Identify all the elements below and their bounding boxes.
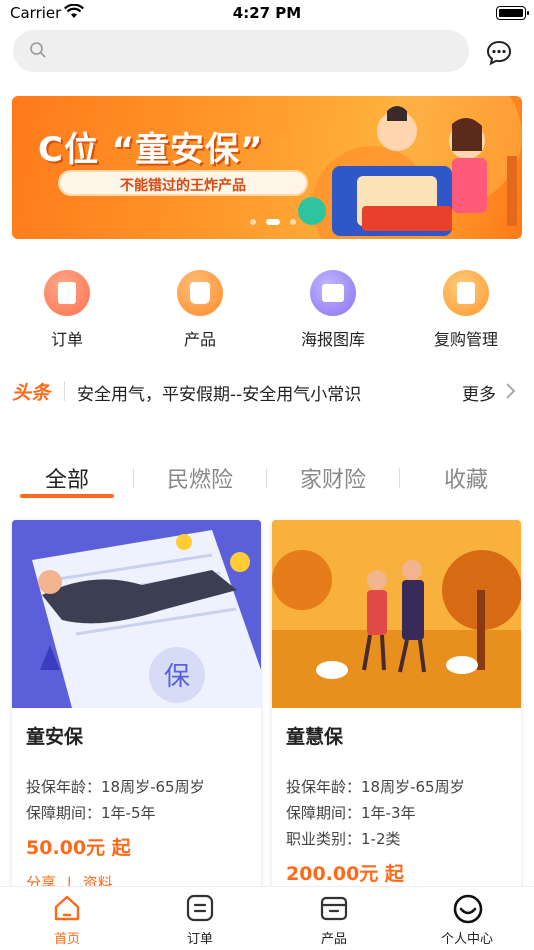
headline-text[interactable]: 安全用气，平安假期--安全用气小常识 [77, 380, 361, 405]
product-name: 童安保 [26, 726, 84, 748]
tab-products[interactable]: 产品 [284, 893, 384, 947]
chat-bubble-icon [484, 40, 514, 72]
quick-nav-label: 海报图库 [300, 330, 365, 349]
order-icon [44, 270, 90, 316]
list-icon [185, 893, 215, 923]
tab-all[interactable]: 全部 [12, 462, 122, 494]
quick-nav-products[interactable]: 产品 [145, 268, 255, 350]
tab-gas-insurance[interactable]: 民燃险 [145, 462, 255, 494]
product-detail: 保障期间：1年-3年 [286, 804, 416, 822]
tab-separator [399, 468, 400, 488]
tab-orders[interactable]: 订单 [150, 893, 250, 947]
status-time: 4:27 PM [232, 4, 302, 22]
banner-subtitle: 不能错过的王炸产品 [120, 178, 246, 194]
product-name: 童慧保 [286, 726, 344, 748]
tab-separator [133, 468, 134, 488]
quick-nav-orders[interactable]: 订单 [12, 268, 122, 350]
product-detail: 职业类别：1-2类 [286, 830, 401, 848]
search-bar[interactable] [13, 30, 469, 72]
quick-nav-label: 订单 [50, 330, 83, 349]
headline-tag: 头条 [12, 382, 51, 404]
product-price: 50.00元 起 [26, 837, 131, 859]
headline-more-link[interactable]: 更多 [462, 380, 496, 405]
quick-nav-poster-gallery[interactable]: 海报图库 [278, 268, 388, 350]
quick-nav-label: 复购管理 [433, 330, 498, 349]
product-detail: 保障期间：1年-5年 [26, 804, 156, 822]
tab-label: 首页 [53, 932, 80, 947]
chevron-right-icon[interactable] [505, 382, 517, 404]
status-bar: Carrier 4:27 PM [0, 0, 534, 28]
settings-doc-icon [443, 270, 489, 316]
svg-text:保: 保 [164, 662, 190, 692]
product-card[interactable]: 保 童安保 投保年龄：18周岁-65周岁 保障期间：1年-5年 50.00元 起… [12, 520, 261, 900]
product-image: 保 [12, 520, 261, 708]
product-card[interactable]: 童慧保 投保年龄：18周岁-65周岁 保障期间：1年-3年 职业类别：1-2类 … [272, 520, 521, 900]
bag-icon [177, 270, 223, 316]
tab-separator [266, 468, 267, 488]
tab-label: 个人中心 [440, 932, 493, 947]
product-tabs: 全部 民燃险 家财险 收藏 [0, 456, 534, 500]
product-detail: 投保年龄：18周岁-65周岁 [26, 778, 205, 796]
image-icon [310, 270, 356, 316]
tab-home-property[interactable]: 家财险 [278, 462, 388, 494]
tab-profile[interactable]: 个人中心 [417, 893, 517, 947]
tab-favorites[interactable]: 收藏 [411, 462, 521, 494]
banner-page-dot[interactable] [250, 219, 256, 225]
search-icon [29, 41, 47, 63]
home-icon [52, 893, 82, 923]
tab-home[interactable]: 首页 [17, 893, 117, 947]
message-button[interactable] [484, 38, 514, 68]
search-input[interactable] [57, 36, 457, 66]
product-price: 200.00元 起 [286, 863, 404, 885]
active-tab-indicator [20, 494, 114, 498]
banner-title: C位 “童安保” [38, 130, 264, 170]
tab-label: 订单 [186, 932, 213, 947]
product-image [272, 520, 521, 708]
tab-label: 产品 [320, 932, 347, 947]
product-detail: 投保年龄：18周岁-65周岁 [286, 778, 465, 796]
quick-nav-repurchase[interactable]: 复购管理 [411, 268, 521, 350]
banner-subtitle-pill: 不能错过的王炸产品 [58, 170, 308, 196]
quick-nav: 订单 产品 海报图库 复购管理 [0, 268, 534, 350]
banner-page-dot[interactable] [290, 219, 296, 225]
bottom-tab-bar: 首页 订单 产品 个人中心 [0, 886, 534, 950]
headline-ticker[interactable]: 头条 安全用气，平安假期--安全用气小常识 更多 [0, 372, 534, 408]
headline-divider [64, 381, 65, 401]
box-icon [319, 893, 349, 923]
profile-icon [452, 893, 483, 924]
quick-nav-label: 产品 [183, 330, 216, 349]
promo-banner[interactable]: C位 “童安保” 不能错过的王炸产品 [12, 96, 522, 239]
banner-page-dot-active[interactable] [266, 219, 280, 225]
battery-icon [496, 6, 529, 20]
